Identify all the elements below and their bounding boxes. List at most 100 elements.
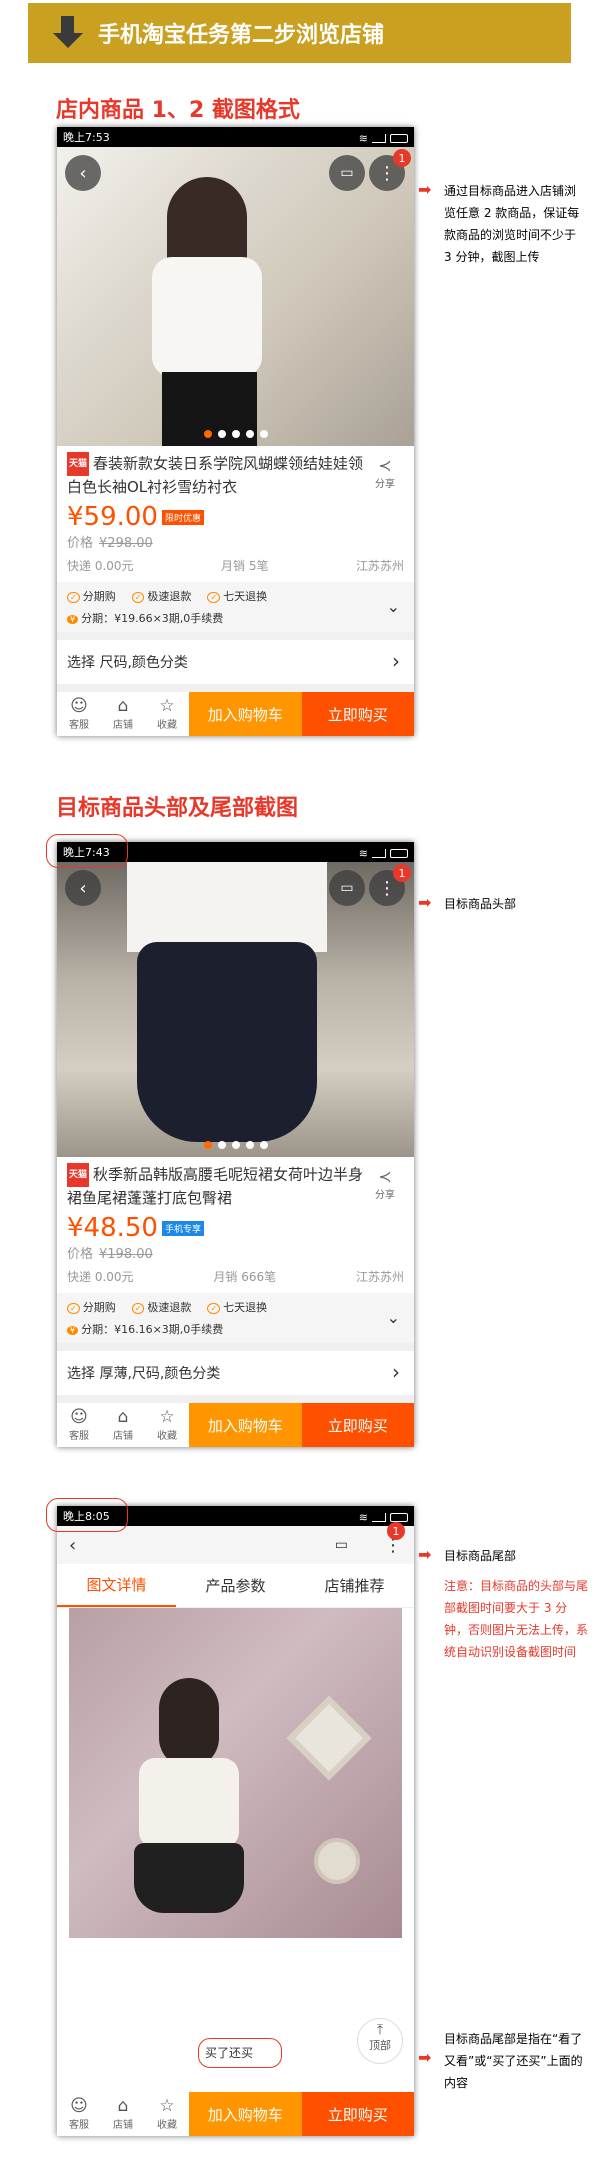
shop-icon: ⌂ xyxy=(117,1407,129,1427)
header-banner: 手机淘宝任务第二步浏览店铺 xyxy=(28,3,571,63)
signal-icon xyxy=(372,849,386,858)
wall-mirror xyxy=(314,1838,360,1884)
buy-now-button[interactable]: 立即购买 xyxy=(301,1403,414,1447)
note-section1: 通过目标商品进入店铺浏览任意 2 款商品，保证每款商品的浏览时间不少于 3 分钟… xyxy=(444,184,580,264)
tab-params[interactable]: 产品参数 xyxy=(176,1564,295,1607)
back-to-top-button[interactable]: ⤒ 顶部 xyxy=(357,2018,403,2064)
section1-title: 店内商品 1、2 截图格式 xyxy=(56,98,300,123)
service-button[interactable]: ☺ 客服 xyxy=(57,692,101,736)
bottom-action-bar: ☺ 客服 ⌂ 店铺 ☆ 收藏 加入购物车 立即购买 xyxy=(57,1403,414,1447)
shipping-row: 快递 0.00元 月销 666笔 江苏苏州 xyxy=(67,1270,404,1284)
shop-button[interactable]: ⌂ 店铺 xyxy=(101,692,145,736)
price: ¥48.50 手机专享 xyxy=(67,1213,404,1243)
wall-mirror xyxy=(286,1695,372,1781)
buy-now-button[interactable]: 立即购买 xyxy=(301,2092,414,2136)
figure-blouse xyxy=(152,257,262,377)
product-info: 天猫 秋季新品韩版高腰毛呢短裙女荷叶边半身裙鱼尾裙蓬蓬打底包臀裙 ≺ 分享 ¥48.… xyxy=(57,1157,414,1293)
service-button[interactable]: ☺ 客服 xyxy=(57,1403,101,1447)
favorite-button[interactable]: ☆ 收藏 xyxy=(145,1403,189,1447)
tmall-badge: 天猫 xyxy=(67,1163,90,1187)
wifi-icon: ≋ xyxy=(358,847,368,860)
figure-skirt xyxy=(134,1843,244,1913)
down-arrow-icon xyxy=(48,13,88,53)
highlight-oval-time xyxy=(46,834,128,868)
chevron-right-icon: › xyxy=(392,649,400,673)
carousel-dots[interactable] xyxy=(57,1141,414,1149)
highlight-oval-time xyxy=(46,1498,128,1532)
back-icon[interactable]: ‹ xyxy=(69,1535,76,1556)
shipping-row: 快递 0.00元 月销 5笔 江苏苏州 xyxy=(67,559,404,573)
original-price: 价格 ¥198.00 xyxy=(67,1247,153,1262)
arrow-up-icon: ⤒ xyxy=(376,2022,384,2038)
sku-selector[interactable]: 选择 尺码,颜色分类 › xyxy=(57,632,414,692)
bottom-action-bar: ☺ 客服 ⌂ 店铺 ☆ 收藏 加入购物车 立即购买 xyxy=(57,2092,414,2136)
shop-icon: ⌂ xyxy=(117,2096,129,2116)
battery-icon xyxy=(390,134,408,143)
price-tag: 限时优惠 xyxy=(161,509,204,525)
share-icon: ≺ xyxy=(378,456,392,475)
cart-icon[interactable]: ▭ xyxy=(329,155,365,191)
cart-icon[interactable]: ▭ xyxy=(335,1537,348,1553)
page: 手机淘宝任务第二步浏览店铺 店内商品 1、2 截图格式 晚上7:53 ≋ ‹ ▭… xyxy=(0,0,600,2163)
notification-badge: 1 xyxy=(387,1522,405,1540)
sku-selector[interactable]: 选择 厚薄,尺码,颜色分类 › xyxy=(57,1343,414,1403)
chevron-down-icon: ⌄ xyxy=(386,597,400,616)
original-price: 价格 ¥298.00 xyxy=(67,536,153,551)
service-panel[interactable]: 分期购极速退款七天退换 分期：¥16.16×3期,0手续费 ⌄ xyxy=(57,1293,414,1343)
carousel-dots[interactable] xyxy=(57,430,414,438)
detail-content xyxy=(57,1608,414,2008)
battery-icon xyxy=(390,849,408,858)
shop-icon: ⌂ xyxy=(117,696,129,716)
product-image[interactable]: ‹ ▭ ⋮ 1 xyxy=(57,862,414,1157)
status-bar: 晚上7:53 ≋ xyxy=(57,127,414,147)
shop-button[interactable]: ⌂ 店铺 xyxy=(101,2092,145,2136)
add-to-cart-button[interactable]: 加入购物车 xyxy=(189,2092,302,2136)
product-name: 天猫 秋季新品韩版高腰毛呢短裙女荷叶边半身裙鱼尾裙蓬蓬打底包臀裙 xyxy=(67,1163,367,1209)
signal-icon xyxy=(372,134,386,143)
signal-icon xyxy=(372,1513,386,1522)
battery-icon xyxy=(390,1513,408,1522)
pointer-arrow-icon: ➡ xyxy=(418,180,432,199)
detail-tabs: 图文详情 产品参数 店铺推荐 xyxy=(57,1564,414,1608)
wifi-icon: ≋ xyxy=(358,1511,368,1524)
phone-screenshot-1: 晚上7:53 ≋ ‹ ▭ ⋮ 1 天猫 春装新款女装日系学院风蝴蝶领结娃娃领白色长… xyxy=(57,127,414,736)
figure-hair xyxy=(159,1678,219,1768)
highlight-oval-bought xyxy=(198,2038,282,2068)
service-panel[interactable]: 分期购极速退款七天退换 分期：¥19.66×3期,0手续费 ⌄ xyxy=(57,582,414,632)
note-section2: 目标商品头部 xyxy=(444,897,517,911)
add-to-cart-button[interactable]: 加入购物车 xyxy=(189,1403,302,1447)
product-image[interactable]: ‹ ▭ ⋮ 1 xyxy=(57,147,414,446)
back-icon[interactable]: ‹ xyxy=(65,870,101,906)
note-warning: 注意：目标商品的头部与尾部截图时间要大于 3 分钟，否则图片无法上传，系统自动识… xyxy=(444,1579,589,1659)
service-button[interactable]: ☺ 客服 xyxy=(57,2092,101,2136)
star-icon: ☆ xyxy=(159,1407,175,1427)
banner-title: 手机淘宝任务第二步浏览店铺 xyxy=(98,23,385,48)
figure-blouse xyxy=(139,1758,239,1848)
chevron-right-icon: › xyxy=(392,1360,400,1384)
tab-shop-recommend[interactable]: 店铺推荐 xyxy=(295,1564,414,1607)
cart-icon[interactable]: ▭ xyxy=(329,870,365,906)
figure-skirt xyxy=(137,942,317,1142)
share-icon: ≺ xyxy=(378,1167,392,1186)
service-icon: ☺ xyxy=(70,2096,88,2116)
pointer-arrow-icon: ➡ xyxy=(418,2048,432,2067)
favorite-button[interactable]: ☆ 收藏 xyxy=(145,692,189,736)
add-to-cart-button[interactable]: 加入购物车 xyxy=(189,692,302,736)
detail-image xyxy=(69,1608,402,1938)
buy-now-button[interactable]: 立即购买 xyxy=(301,692,414,736)
tab-detail[interactable]: 图文详情 xyxy=(57,1564,176,1607)
shop-button[interactable]: ⌂ 店铺 xyxy=(101,1403,145,1447)
back-icon[interactable]: ‹ xyxy=(65,155,101,191)
favorite-button[interactable]: ☆ 收藏 xyxy=(145,2092,189,2136)
pointer-arrow-icon: ➡ xyxy=(418,1545,432,1564)
figure-hair xyxy=(167,177,247,267)
share-button[interactable]: ≺ 分享 xyxy=(370,456,400,490)
share-button[interactable]: ≺ 分享 xyxy=(370,1167,400,1201)
figure-top xyxy=(127,862,327,952)
pointer-arrow-icon: ➡ xyxy=(418,893,432,912)
service-icon: ☺ xyxy=(70,1407,88,1427)
notification-badge: 1 xyxy=(393,864,411,882)
star-icon: ☆ xyxy=(159,696,175,716)
phone-screenshot-2: 晚上7:43 ≋ ‹ ▭ ⋮ 1 天猫 秋季新品韩版高腰毛呢短裙女荷叶边半身裙鱼尾… xyxy=(57,842,414,1447)
price-tag: 手机专享 xyxy=(161,1220,204,1236)
